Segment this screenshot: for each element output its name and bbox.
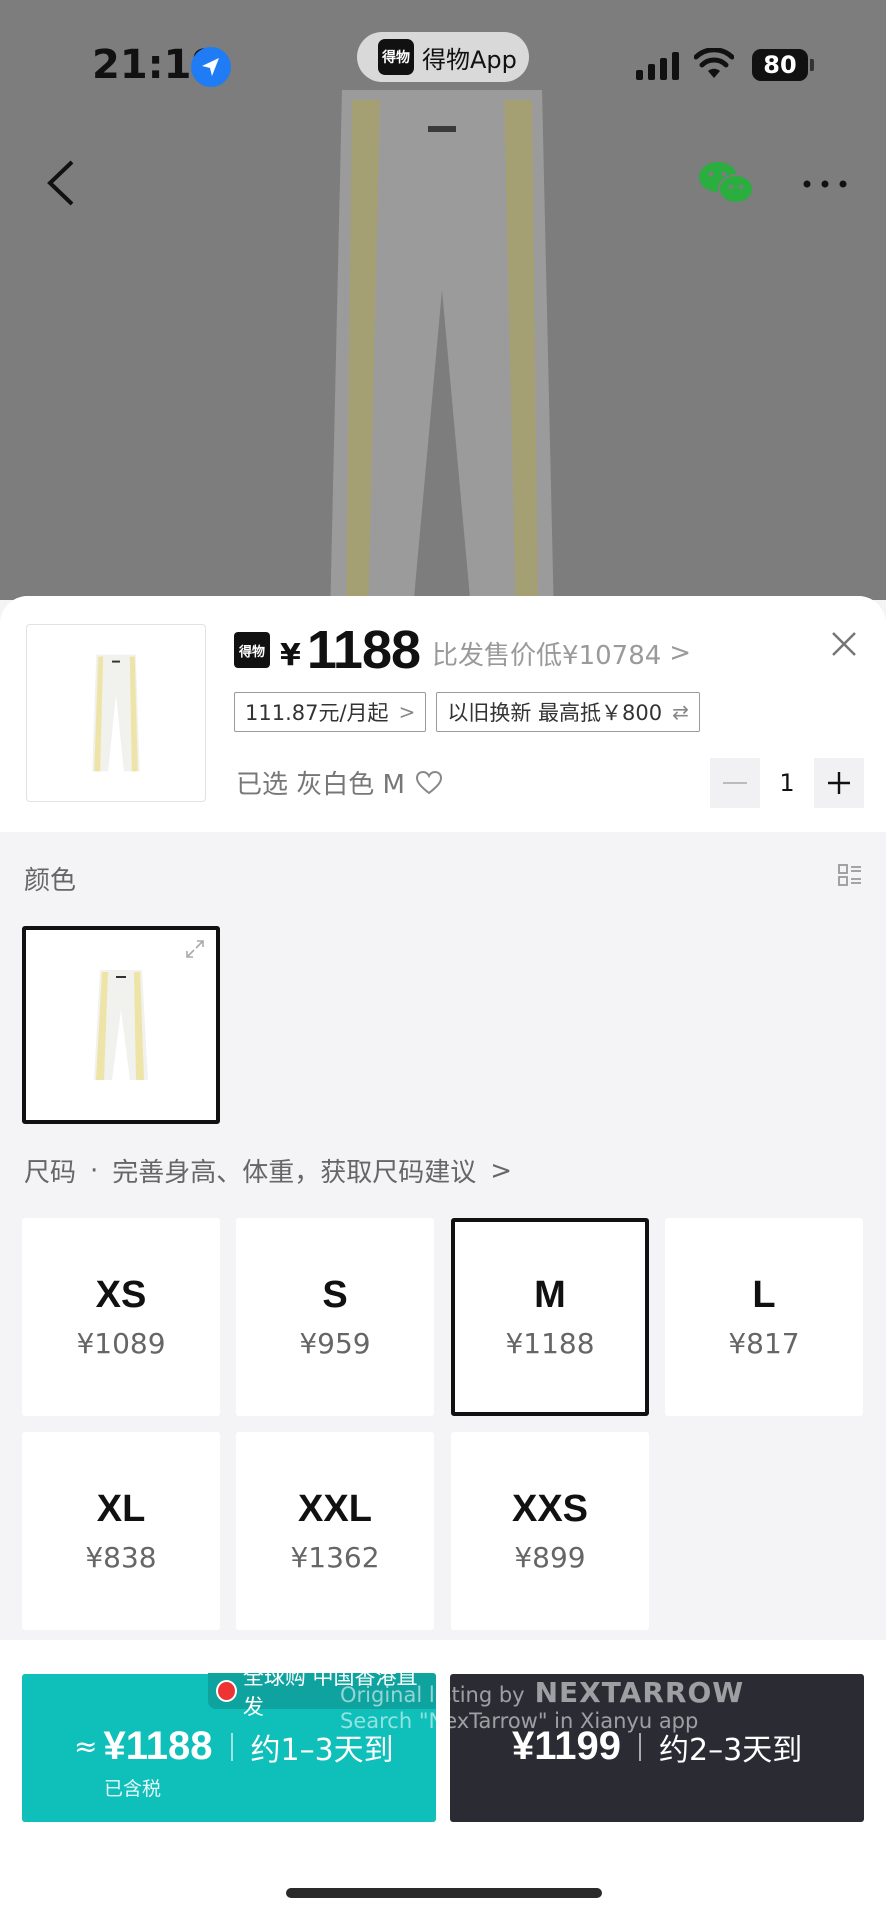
battery-tip xyxy=(810,59,814,71)
chevron-right-icon: > xyxy=(398,700,416,724)
quantity-stepper: 1 xyxy=(710,758,864,808)
increase-button[interactable] xyxy=(814,758,864,808)
home-indicator[interactable] xyxy=(286,1888,602,1898)
minus-icon xyxy=(723,782,747,784)
quantity-value: 1 xyxy=(779,769,795,797)
buy-standard-button[interactable]: ¥1199 约2–3天到 xyxy=(450,1674,864,1822)
return-to-app-pill[interactable]: 得物 得物App xyxy=(357,32,529,82)
teal-eta: 约1–3天到 xyxy=(250,1732,394,1768)
decrease-button[interactable] xyxy=(710,758,760,808)
price-row: 得物 ¥ 1188 比发售价低¥10784 > xyxy=(234,620,691,680)
pants-image-background xyxy=(330,90,554,600)
size-name: S xyxy=(322,1274,348,1316)
dark-eta: 约2–3天到 xyxy=(659,1732,803,1768)
divider xyxy=(230,1732,233,1761)
color-section-label: 颜色 xyxy=(24,866,77,896)
more-icon[interactable] xyxy=(802,178,848,190)
purchase-bar: 全球购 中国香港直发 ≈ ¥1188 约1–3天到 已含税 ¥1199 约2–3… xyxy=(0,1640,886,1920)
global-shipping-badge: 全球购 中国香港直发 xyxy=(208,1665,436,1719)
location-arrow-icon xyxy=(191,47,231,87)
size-price: ¥1188 xyxy=(505,1327,595,1360)
pants-thumbnail-image xyxy=(92,654,140,772)
chevron-right-icon: > xyxy=(490,1155,513,1186)
brand-logo: 得物 xyxy=(234,632,270,668)
product-thumbnail xyxy=(26,624,206,802)
divider xyxy=(639,1732,642,1761)
current-price: 1188 xyxy=(306,620,421,680)
price-comparison[interactable]: 比发售价低¥10784 xyxy=(432,635,661,672)
tax-included-note: 已含税 xyxy=(104,1778,162,1800)
wifi-icon xyxy=(694,48,734,78)
size-advice-link: 完善身高、体重，获取尺码建议 xyxy=(112,1158,477,1188)
size-name: XXS xyxy=(511,1488,589,1530)
currency-symbol: ¥ xyxy=(280,637,301,673)
size-option-m-selected[interactable]: M ¥1188 xyxy=(451,1218,649,1416)
color-option-grey-white[interactable] xyxy=(22,926,220,1124)
dark-price: ¥1199 xyxy=(512,1724,622,1768)
size-price: ¥1362 xyxy=(290,1541,380,1574)
size-option-xxs[interactable]: XXS ¥899 xyxy=(451,1432,649,1630)
sku-selector-sheet: 得物 ¥ 1188 比发售价低¥10784 > 111.87元/月起 > 以旧换… xyxy=(0,596,886,1920)
close-icon[interactable] xyxy=(830,630,858,658)
size-name: XL xyxy=(96,1488,146,1530)
size-option-l[interactable]: L ¥817 xyxy=(665,1218,863,1416)
size-name: XXL xyxy=(298,1488,372,1530)
heart-icon[interactable] xyxy=(415,770,443,796)
plus-icon xyxy=(828,772,850,794)
battery-icon: 80 xyxy=(752,49,808,81)
separator-dot: · xyxy=(90,1155,99,1186)
back-icon[interactable] xyxy=(44,158,78,208)
dark-button-content: ¥1199 约2–3天到 xyxy=(512,1724,802,1769)
app-logo: 得物 xyxy=(378,39,414,75)
size-name: XS xyxy=(95,1274,147,1316)
chevron-right-icon[interactable]: > xyxy=(669,638,691,668)
promo-tags: 111.87元/月起 > 以旧换新 最高抵￥800 ⇄ xyxy=(234,692,700,732)
tradein-text: 以旧换新 最高抵￥800 xyxy=(447,701,663,725)
size-option-xxl[interactable]: XXL ¥1362 xyxy=(236,1432,434,1630)
teal-button-content: ≈ ¥1188 约1–3天到 xyxy=(74,1724,394,1769)
app-name: 得物App xyxy=(422,45,517,74)
status-bar: 21:19 得物 得物App 80 xyxy=(0,0,886,130)
sheet-header: 得物 ¥ 1188 比发售价低¥10784 > 111.87元/月起 > 以旧换… xyxy=(0,596,886,832)
size-name: M xyxy=(534,1274,566,1316)
size-price: ¥899 xyxy=(514,1541,586,1574)
global-badge-text: 全球购 中国香港直发 xyxy=(242,1665,418,1719)
size-option-xs[interactable]: XS ¥1089 xyxy=(22,1218,220,1416)
hk-flag-icon xyxy=(216,1680,237,1702)
size-price: ¥1089 xyxy=(76,1327,166,1360)
signal-icon xyxy=(636,50,679,80)
size-price: ¥838 xyxy=(85,1541,157,1574)
size-option-xl[interactable]: XL ¥838 xyxy=(22,1432,220,1630)
size-name: L xyxy=(752,1274,776,1316)
buy-global-button[interactable]: 全球购 中国香港直发 ≈ ¥1188 约1–3天到 已含税 xyxy=(22,1665,436,1822)
expand-icon[interactable] xyxy=(184,938,206,960)
approx-symbol: ≈ xyxy=(74,1730,98,1763)
selected-variant: 已选 灰白色 M xyxy=(236,764,443,801)
size-price: ¥959 xyxy=(299,1327,371,1360)
size-section-label: 尺码 xyxy=(24,1158,77,1188)
grid-view-icon[interactable] xyxy=(838,864,862,886)
selected-label: 已选 灰白色 M xyxy=(236,770,405,800)
installment-text: 111.87元/月起 xyxy=(245,701,389,725)
size-hint-row[interactable]: 尺码 · 完善身高、体重，获取尺码建议 > xyxy=(24,1152,512,1189)
installment-tag[interactable]: 111.87元/月起 > xyxy=(234,692,427,732)
size-price: ¥817 xyxy=(728,1327,800,1360)
wechat-icon[interactable] xyxy=(698,160,754,206)
swap-icon: ⇄ xyxy=(672,700,689,724)
teal-price: ¥1188 xyxy=(103,1724,213,1768)
size-option-s[interactable]: S ¥959 xyxy=(236,1218,434,1416)
tradein-tag[interactable]: 以旧换新 最高抵￥800 ⇄ xyxy=(436,692,700,732)
